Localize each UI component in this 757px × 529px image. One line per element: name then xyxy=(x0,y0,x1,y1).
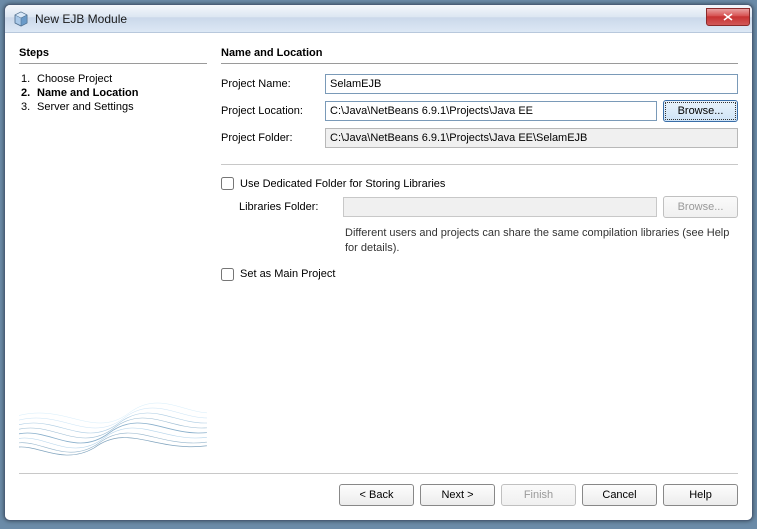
project-name-label: Project Name: xyxy=(221,78,319,90)
browse-libraries-button: Browse... xyxy=(663,196,738,218)
dialog-window: New EJB Module Steps 1. Choose Project 2… xyxy=(4,4,753,521)
project-location-label: Project Location: xyxy=(221,105,319,117)
libraries-folder-label: Libraries Folder: xyxy=(239,201,337,213)
main-project-checkbox[interactable] xyxy=(221,268,234,281)
project-location-input[interactable] xyxy=(325,101,657,121)
steps-panel: Steps 1. Choose Project 2. Name and Loca… xyxy=(19,47,207,473)
steps-list: 1. Choose Project 2. Name and Location 3… xyxy=(19,72,207,114)
libraries-folder-input xyxy=(343,197,657,217)
panel-heading: Name and Location xyxy=(221,47,738,64)
button-bar: < Back Next > Finish Cancel Help xyxy=(19,473,738,506)
main-project-label: Set as Main Project xyxy=(240,268,335,280)
separator xyxy=(221,164,738,165)
step-item: 1. Choose Project xyxy=(19,72,207,86)
window-title: New EJB Module xyxy=(35,12,706,26)
content-area: Steps 1. Choose Project 2. Name and Loca… xyxy=(5,33,752,520)
close-button[interactable] xyxy=(706,8,750,26)
step-item: 3. Server and Settings xyxy=(19,100,207,114)
browse-location-button[interactable]: Browse... xyxy=(663,100,738,122)
project-folder-input xyxy=(325,128,738,148)
step-item: 2. Name and Location xyxy=(19,86,207,100)
steps-heading: Steps xyxy=(19,47,207,64)
decorative-waves xyxy=(19,353,207,473)
finish-button: Finish xyxy=(501,484,576,506)
dedicated-folder-label: Use Dedicated Folder for Storing Librari… xyxy=(240,178,445,190)
app-icon xyxy=(13,11,29,27)
project-name-input[interactable] xyxy=(325,74,738,94)
back-button[interactable]: < Back xyxy=(339,484,414,506)
project-folder-label: Project Folder: xyxy=(221,132,319,144)
help-button[interactable]: Help xyxy=(663,484,738,506)
libraries-hint: Different users and projects can share t… xyxy=(221,226,738,256)
form-panel: Name and Location Project Name: Project … xyxy=(221,47,738,473)
titlebar: New EJB Module xyxy=(5,5,752,33)
next-button[interactable]: Next > xyxy=(420,484,495,506)
dedicated-folder-checkbox[interactable] xyxy=(221,177,234,190)
cancel-button[interactable]: Cancel xyxy=(582,484,657,506)
